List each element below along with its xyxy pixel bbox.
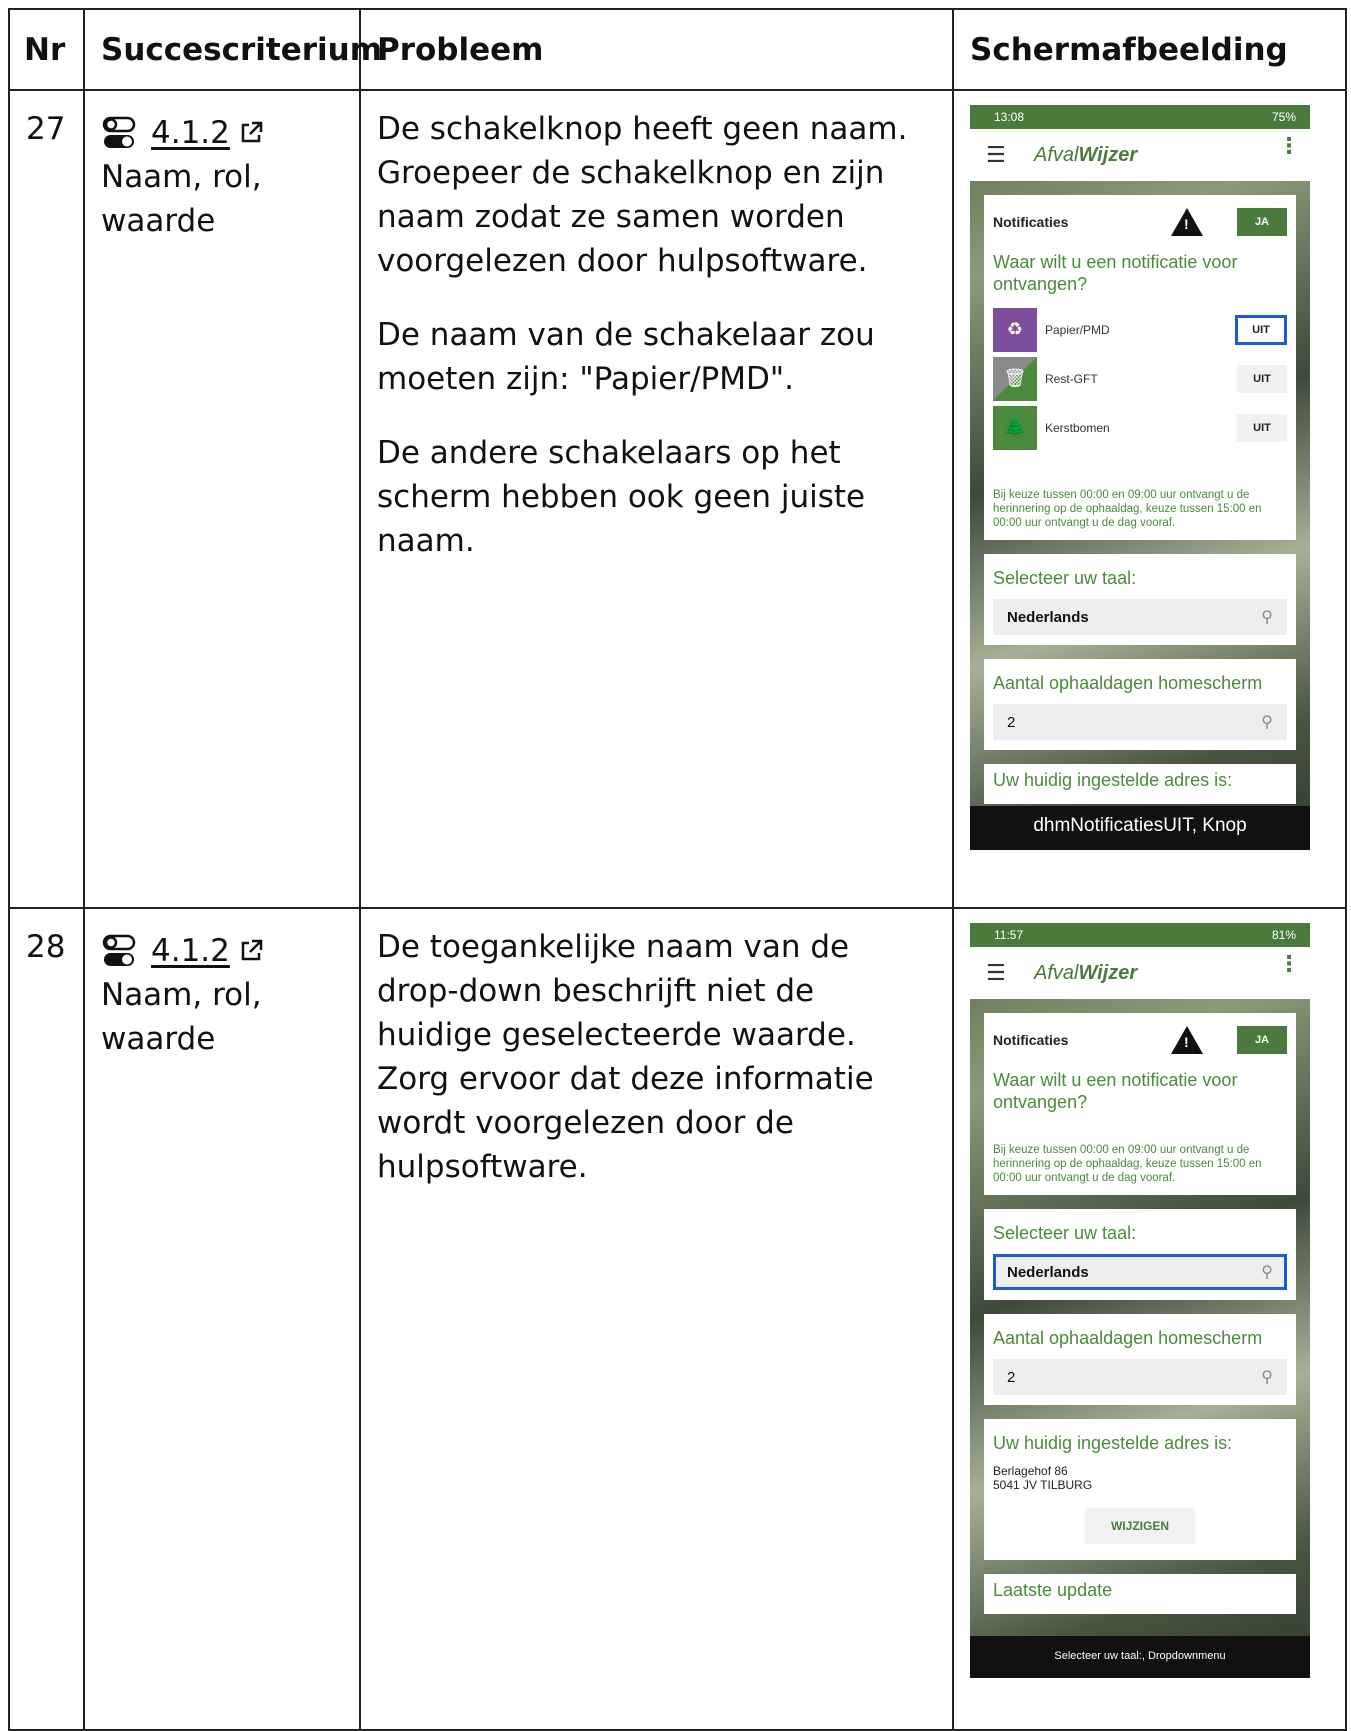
header-screenshot: Schermafbeelding [952,8,1347,91]
header-problem: Probleem [359,8,954,91]
language-select: Nederlands ⚲ [993,1254,1287,1290]
change-address-button: WIJZIGEN [1085,1508,1195,1544]
option-label: Kerstbomen [1045,420,1110,435]
phone-screenshot: 13:08 75% ☰ AfvalWijzer ⋮ Notificaties !… [970,105,1310,850]
option-label: Rest-GFT [1045,371,1098,386]
notifications-title: Notificaties [993,1032,1069,1048]
external-link-icon [241,939,263,961]
problem-paragraph: De andere schakelaars op het scherm hebb… [377,435,866,559]
list-item: ♻ Papier/PMD UIT [993,305,1287,354]
screen-reader-caption: dhmNotificatiesUIT, Knop [970,806,1310,850]
screen-reader-caption: Selecteer uw taal:, Dropdownmenu [970,1636,1310,1678]
more-icon: ⋮ [1278,133,1300,158]
more-icon: ⋮ [1278,951,1300,976]
screenshot-cell: 11:57 81% ☰ AfvalWijzer ⋮ Notificaties !… [952,907,1347,1731]
list-item: 🌲 Kerstbomen UIT [993,403,1287,452]
toggle-icon [102,116,136,148]
status-bar: 11:57 81% [970,923,1310,947]
row-number: 28 [8,907,85,1731]
christmas-tree-icon: 🌲 [993,405,1037,450]
address-card: Uw huidig ingestelde adres is: Berlageho… [984,1419,1296,1560]
address-label: Uw huidig ingestelde adres is: [993,1433,1233,1453]
address-line: 5041 JV TILBURG [993,1478,1093,1492]
rest-gft-icon: 🗑 [993,356,1037,401]
option-toggle: UIT [1237,413,1287,442]
status-bar: 13:08 75% [970,105,1310,129]
days-select: 2 ⚲ [993,704,1287,740]
language-select: Nederlands ⚲ [993,599,1287,635]
problem-paragraph: De schakelknop heeft geen naam. Groepeer… [377,111,908,279]
notifications-toggle: JA [1236,1026,1287,1054]
info-text: Bij keuze tussen 00:00 en 09:00 uur ontv… [993,489,1262,529]
status-time: 11:57 [994,928,1024,942]
external-link-icon [241,121,263,143]
search-icon: ⚲ [1261,714,1273,731]
table-row: 28 4.1.2 Naam, rol, waarde De toegankeli… [8,907,1347,1731]
option-label: Papier/PMD [1045,322,1110,337]
days-label: Aantal ophaaldagen homescherm [993,1328,1263,1348]
toggle-icon [102,934,136,966]
menu-icon: ☰ [986,960,1006,985]
header-nr: Nr [8,8,85,91]
criterion-cell: 4.1.2 Naam, rol, waarde [83,907,361,1731]
language-label: Selecteer uw taal: [993,1223,1137,1243]
header-criterion: Succescriterium [83,8,382,91]
criterion-name: Naam, rol, waarde [101,159,262,239]
status-battery: 75% [1271,110,1296,124]
status-battery: 81% [1271,928,1296,942]
app-bar: ☰ AfvalWijzer ⋮ [970,947,1310,999]
search-icon: ⚲ [1261,1369,1273,1386]
status-time: 13:08 [994,110,1025,124]
criterion-name: Naam, rol, waarde [101,977,262,1057]
option-toggle: UIT [1235,314,1287,345]
days-label: Aantal ophaaldagen homescherm [993,673,1263,693]
notifications-toggle: JA [1236,208,1287,236]
address-line: Berlagehof 86 [993,1464,1068,1478]
last-update-partial: Laatste update [984,1574,1296,1614]
notification-question: Waar wilt u een notificatie voor ontvang… [993,252,1238,294]
criterion-link[interactable]: 4.1.2 [151,929,230,973]
notifications-title: Notificaties [993,214,1069,230]
search-icon: ⚲ [1261,1264,1273,1281]
option-toggle: UIT [1237,364,1287,393]
warning-icon: ! [1170,208,1203,236]
warning-icon: ! [1170,1026,1203,1054]
days-select: 2 ⚲ [993,1359,1287,1395]
notifications-card: Notificaties ! JA Waar wilt u een notifi… [984,195,1296,540]
problem-paragraph: De toegankelijke naam van de drop-down b… [377,929,874,1185]
address-card-partial: Uw huidig ingestelde adres is: [984,764,1296,804]
search-icon: ⚲ [1261,609,1273,626]
app-logo: AfvalWijzer [1034,961,1138,984]
problem-cell: De schakelknop heeft geen naam. Groepeer… [359,89,954,909]
row-number: 27 [8,89,85,909]
notification-question: Waar wilt u een notificatie voor ontvang… [993,1070,1238,1112]
phone-screenshot: 11:57 81% ☰ AfvalWijzer ⋮ Notificaties !… [970,923,1310,1678]
menu-icon: ☰ [986,142,1006,167]
app-logo: AfvalWijzer [1034,143,1138,166]
info-text: Bij keuze tussen 00:00 en 09:00 uur ontv… [993,1144,1262,1184]
notifications-card: Notificaties ! JA Waar wilt u een notifi… [984,1013,1296,1195]
criterion-cell: 4.1.2 Naam, rol, waarde [83,89,361,909]
table-row: 27 4.1.2 Naam, rol, waarde De schakelkno… [8,89,1347,909]
problem-cell: De toegankelijke naam van de drop-down b… [359,907,954,1731]
language-card: Selecteer uw taal: Nederlands ⚲ [984,1209,1296,1300]
days-card: Aantal ophaaldagen homescherm 2 ⚲ [984,1314,1296,1405]
header-row: Nr Succescriterium Probleem Schermafbeel… [8,8,1347,91]
problem-paragraph: De naam van de schakelaar zou moeten zij… [377,317,875,397]
criterion-link[interactable]: 4.1.2 [151,111,230,155]
language-card: Selecteer uw taal: Nederlands ⚲ [984,554,1296,645]
findings-table: Nr Succescriterium Probleem Schermafbeel… [8,8,1347,1731]
app-bar: ☰ AfvalWijzer ⋮ [970,129,1310,181]
language-label: Selecteer uw taal: [993,568,1137,588]
list-item: 🗑 Rest-GFT UIT [993,354,1287,403]
days-card: Aantal ophaaldagen homescherm 2 ⚲ [984,659,1296,750]
screenshot-cell: 13:08 75% ☰ AfvalWijzer ⋮ Notificaties !… [952,89,1347,909]
paper-pmd-icon: ♻ [993,307,1037,352]
